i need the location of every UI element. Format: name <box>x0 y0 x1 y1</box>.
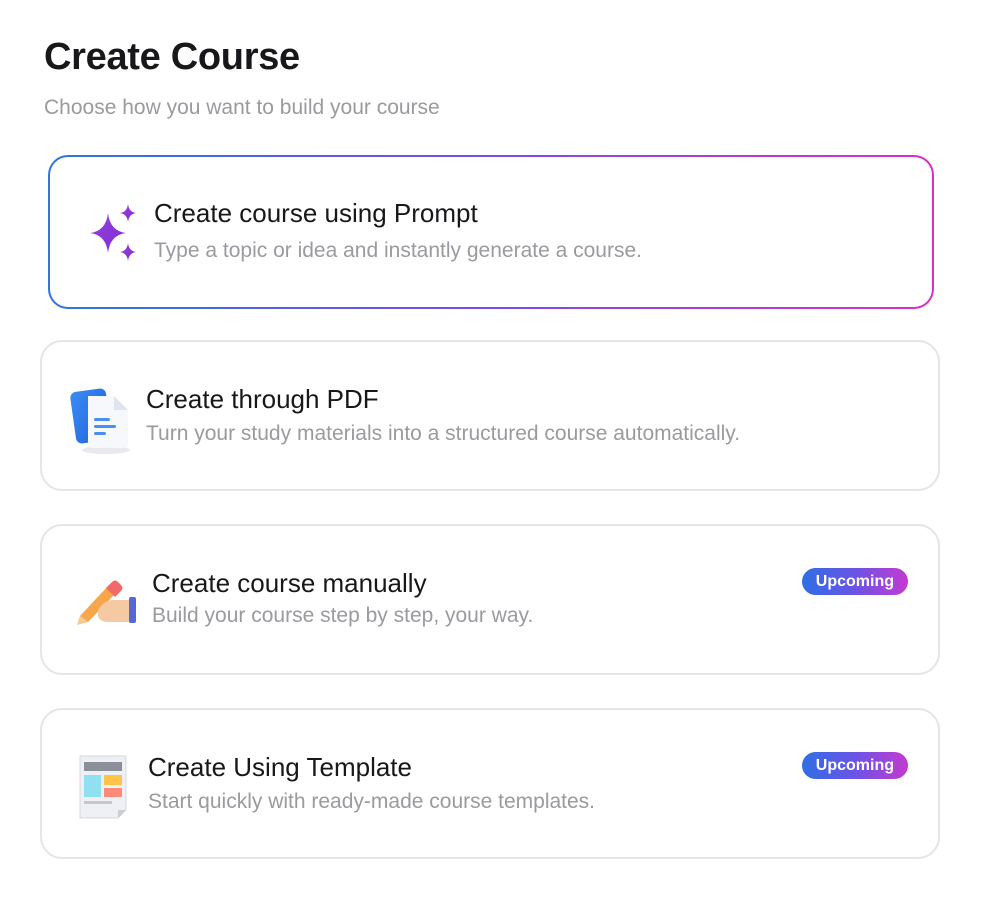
option-title: Create course manually <box>152 568 427 598</box>
option-card-manual[interactable]: Create course manually Build your course… <box>40 524 940 675</box>
option-title: Create Using Template <box>148 752 412 782</box>
page-subtitle: Choose how you want to build your course <box>44 96 440 119</box>
option-title: Create course using Prompt <box>154 198 478 228</box>
template-icon <box>79 755 127 819</box>
upcoming-badge: Upcoming <box>801 752 908 779</box>
option-description: Build your course step by step, your way… <box>152 604 534 627</box>
hand-pencil-icon <box>77 580 136 625</box>
pdf-document-icon <box>70 388 130 454</box>
page-title: Create Course <box>44 36 300 78</box>
sparkles-icon <box>90 204 136 261</box>
option-card-template[interactable]: Create Using Template Start quickly with… <box>40 708 940 859</box>
option-description: Turn your study materials into a structu… <box>146 422 741 445</box>
option-title: Create through PDF <box>146 384 379 414</box>
upcoming-badge: Upcoming <box>801 568 908 595</box>
option-card-pdf[interactable]: Create through PDF Turn your study mater… <box>40 340 940 491</box>
option-description: Start quickly with ready-made course tem… <box>148 790 596 813</box>
option-card-prompt[interactable]: Create course using Prompt Type a topic … <box>48 155 934 309</box>
option-description: Type a topic or idea and instantly gener… <box>154 239 642 262</box>
